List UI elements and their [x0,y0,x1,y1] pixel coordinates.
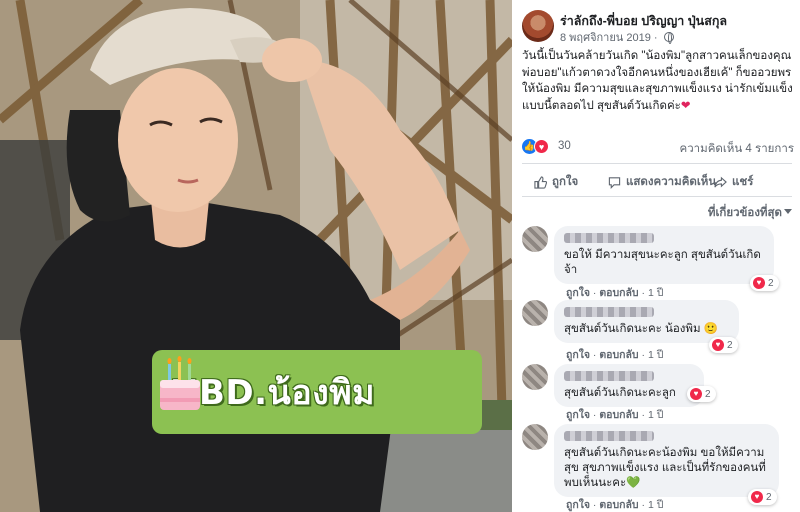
divider [522,163,792,164]
reaction-count[interactable]: 30 [558,140,571,152]
share-button-label: แชร์ [732,176,754,188]
comment-button[interactable]: แสดงความคิดเห็น [608,173,716,191]
comment-bubble: สุขสันต์วันเกิดนะคะ น้องพิม 🙂 [554,300,739,343]
comment-reply-link[interactable]: ตอบกลับ [599,349,638,361]
birthday-cake-icon [160,356,200,410]
post-text: วันนี้เป็นวันคล้ายวันเกิด "น้องพิม"ลูกสา… [522,50,793,112]
comment-reaction-count: 2 [766,491,772,503]
comment-time[interactable]: 1 ปี [648,287,663,299]
comment-time[interactable]: 1 ปี [648,349,663,361]
comment-item: สุขสันต์วันเกิดนะคะ น้องพิม 🙂 ถูกใจ · ตอ… [522,300,797,361]
post-header: ร่าลักถึง-พี่บอย ปริญญา ปุ่นสกุล 8 พฤศจิ… [522,10,792,44]
commenter-name-blurred[interactable] [564,233,654,243]
comment-reaction-count: 2 [768,277,774,289]
comment-text: สุขสันต์วันเกิดนะคะน้องพิม ขอให้มีความสุ… [564,447,766,489]
facebook-post-panel: ร่าลักถึง-พี่บอย ปริญญา ปุ่นสกุล 8 พฤศจิ… [512,0,800,512]
comment-meta: ถูกใจ · ตอบกลับ · 1 ปี [566,287,664,299]
comment-like-link[interactable]: ถูกใจ [566,499,590,511]
comment-item: ขอให้ มีความสุขนะคะลูก สุขสันต์วันเกิดจ้… [522,226,797,299]
comment-meta: ถูกใจ · ตอบกลับ · 1 ปี [566,499,664,511]
post-actions: ถูกใจ แสดงความคิดเห็น แชร์ [522,170,794,192]
post-date[interactable]: 8 พฤศจิกายน 2019 · [560,32,661,44]
comment-time[interactable]: 1 ปี [648,409,663,421]
love-icon: ♥ [712,339,724,351]
divider [522,196,792,197]
commenter-name-blurred[interactable] [564,371,654,381]
comment-reaction[interactable]: ♥ 2 [748,489,777,505]
comment-item: สุขสันต์วันเกิดนะคะน้องพิม ขอให้มีความสุ… [522,424,797,511]
heart-emoji-icon: ❤ [680,99,691,112]
birthday-banner: HBD.น้องพิม [152,350,482,434]
comment-text: สุขสันต์วันเกิดนะคะลูก [564,387,676,399]
comment-like-link[interactable]: ถูกใจ [566,287,590,299]
comment-like-link[interactable]: ถูกใจ [566,409,590,421]
photo-illustration [0,0,512,512]
commenter-name-blurred[interactable] [564,431,654,441]
comment-reply-link[interactable]: ตอบกลับ [599,287,638,299]
post-date-row: 8 พฤศจิกายน 2019 · [560,28,674,46]
comment-text: ขอให้ มีความสุขนะคะลูก สุขสันต์วันเกิดจ้… [564,249,761,276]
globe-icon [663,32,674,44]
love-icon[interactable]: ♥ [534,139,549,154]
love-icon: ♥ [751,491,763,503]
commenter-avatar[interactable] [522,300,548,326]
share-button[interactable]: แชร์ [714,173,753,191]
comment-bubble: ขอให้ มีความสุขนะคะลูก สุขสันต์วันเกิดจ้… [554,226,774,284]
commenter-avatar[interactable] [522,364,548,390]
commenter-name-blurred[interactable] [564,307,654,317]
comment-reply-link[interactable]: ตอบกลับ [599,409,638,421]
commenter-avatar[interactable] [522,226,548,252]
post-text-block: วันนี้เป็นวันคล้ายวันเกิด "น้องพิม"ลูกสา… [522,48,794,114]
comment-time[interactable]: 1 ปี [648,499,663,511]
comment-bubble: สุขสันต์วันเกิดนะคะน้องพิม ขอให้มีความสุ… [554,424,779,497]
reactions-bar: 👍 ♥ 30 ความคิดเห็น 4 รายการ [522,137,794,157]
comment-reaction-count: 2 [727,339,733,351]
comment-count[interactable]: ความคิดเห็น 4 รายการ [680,140,794,158]
comment-meta: ถูกใจ · ตอบกลับ · 1 ปี [566,349,664,361]
author-avatar[interactable] [522,10,554,42]
comment-sort-label: ที่เกี่ยวข้องที่สุด [707,207,782,219]
love-icon: ♥ [753,277,765,289]
love-icon: ♥ [690,388,702,400]
comment-bubble: สุขสันต์วันเกิดนะคะลูก [554,364,704,407]
comment-text: สุขสันต์วันเกิดนะคะ น้องพิม 🙂 [564,323,719,335]
comment-sort-dropdown[interactable]: ที่เกี่ยวข้องที่สุด [708,204,792,222]
commenter-avatar[interactable] [522,424,548,450]
comment-reaction[interactable]: ♥ 2 [687,386,716,402]
comment-reply-link[interactable]: ตอบกลับ [599,499,638,511]
post-photo[interactable]: HBD.น้องพิม [0,0,512,512]
comment-like-link[interactable]: ถูกใจ [566,349,590,361]
comment-reaction[interactable]: ♥ 2 [709,337,738,353]
comment-icon [608,176,621,189]
thumbs-up-icon [534,175,547,189]
like-button[interactable]: ถูกใจ [534,173,578,191]
comment-reaction[interactable]: ♥ 2 [750,275,779,291]
comment-meta: ถูกใจ · ตอบกลับ · 1 ปี [566,409,664,421]
chevron-down-icon [784,209,792,214]
share-icon [714,176,727,187]
like-button-label: ถูกใจ [552,176,579,188]
comment-button-label: แสดงความคิดเห็น [626,176,717,188]
comment-reaction-count: 2 [705,388,711,400]
comment-item: สุขสันต์วันเกิดนะคะลูก ถูกใจ · ตอบกลับ ·… [522,364,797,422]
